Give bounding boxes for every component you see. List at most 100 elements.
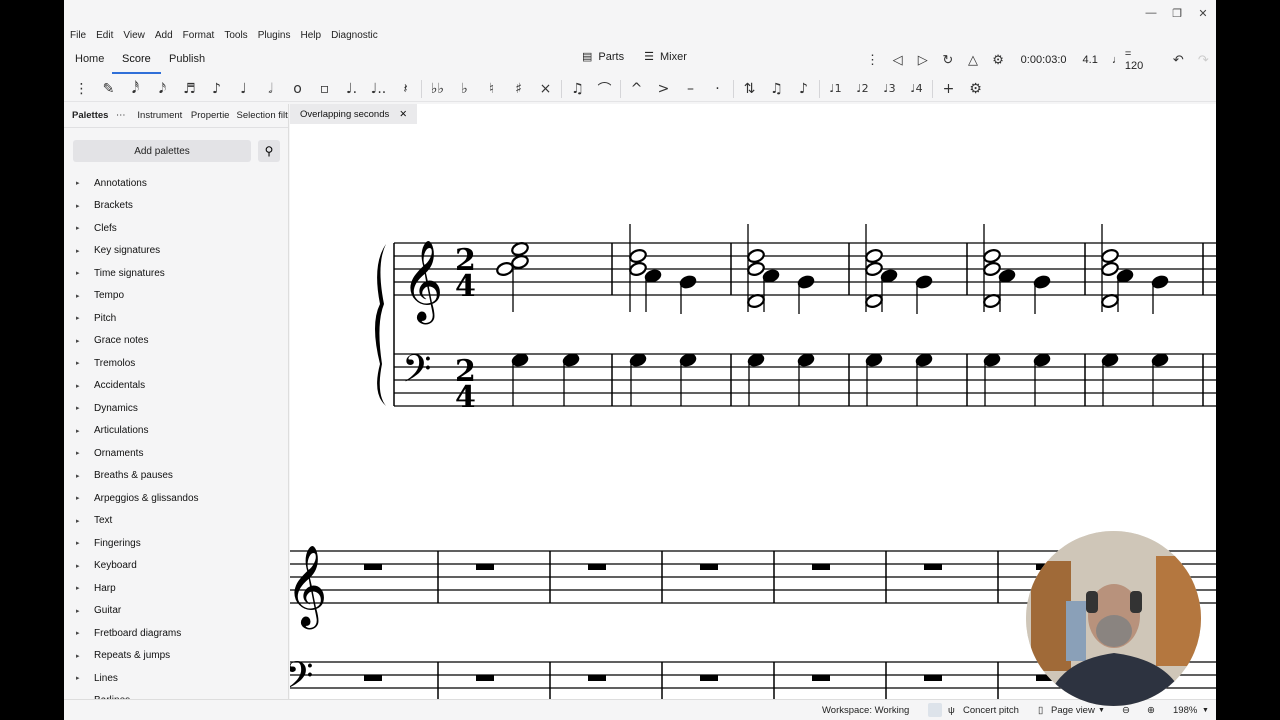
- palette-item[interactable]: ▸ Guitar: [64, 600, 289, 623]
- palette-item[interactable]: ▸ Breaths & pauses: [64, 465, 289, 488]
- add-palettes-button[interactable]: Add palettes: [73, 140, 251, 162]
- tab-publish[interactable]: Publish: [167, 51, 207, 67]
- grip-icon[interactable]: ⋮: [68, 77, 95, 101]
- palette-item[interactable]: ▸ Grace notes: [64, 330, 289, 353]
- tab-score[interactable]: Score: [112, 51, 161, 74]
- palette-item[interactable]: ▸ Text: [64, 510, 289, 533]
- staccato-icon[interactable]: ·: [704, 77, 731, 101]
- marcato-icon[interactable]: >: [650, 77, 677, 101]
- slur-icon[interactable]: ⌒: [591, 77, 618, 101]
- 64th-note-icon[interactable]: 𝅘𝅥𝅰: [122, 77, 149, 101]
- palette-menu-icon[interactable]: ⋯: [114, 110, 131, 121]
- expand-arrow-icon: ▸: [76, 495, 80, 503]
- grip-dots-icon[interactable]: ⋮: [860, 52, 885, 68]
- palette-item[interactable]: ▸ Articulations: [64, 420, 289, 443]
- flat-icon[interactable]: ♭: [451, 77, 478, 101]
- whole-note-icon[interactable]: o: [284, 77, 311, 101]
- concert-pitch-checkbox[interactable]: [928, 703, 942, 717]
- palette-item[interactable]: ▸ Time signatures: [64, 262, 289, 285]
- palette-item[interactable]: ▸ Clefs: [64, 217, 289, 240]
- tie-icon[interactable]: ♫: [564, 77, 591, 101]
- settings-icon[interactable]: ⚙: [962, 77, 989, 101]
- sharp-icon[interactable]: ♯: [505, 77, 532, 101]
- chevron-down-icon[interactable]: ▼: [1098, 707, 1105, 714]
- palette-item[interactable]: ▸ Ornaments: [64, 442, 289, 465]
- zoom-out-icon[interactable]: ⊖: [1122, 705, 1130, 716]
- mixer-button[interactable]: ☰ Mixer: [644, 50, 687, 64]
- palette-item[interactable]: ▸ Keyboard: [64, 555, 289, 578]
- tenuto-icon[interactable]: –: [677, 77, 704, 101]
- workspace-selector[interactable]: Workspace: Working: [822, 705, 909, 716]
- playback-settings-icon[interactable]: ⚙: [986, 52, 1011, 68]
- voice2-icon[interactable]: ♩2: [849, 77, 876, 101]
- tab-home[interactable]: Home: [73, 51, 106, 67]
- half-note-icon[interactable]: 𝅗𝅥: [257, 77, 284, 101]
- palette-item[interactable]: ▸ Pitch: [64, 307, 289, 330]
- metronome-icon[interactable]: △: [960, 52, 985, 68]
- palette-item[interactable]: ▸ Fingerings: [64, 532, 289, 555]
- voice3-icon[interactable]: ♩3: [876, 77, 903, 101]
- double-dot-icon[interactable]: ♩..: [365, 77, 392, 101]
- 32nd-note-icon[interactable]: 𝅘𝅥𝅯: [149, 77, 176, 101]
- voice4-icon[interactable]: ♩4: [903, 77, 930, 101]
- restore-icon[interactable]: ❐: [1164, 4, 1190, 22]
- palette-item[interactable]: ▸ Arpeggios & glissandos: [64, 487, 289, 510]
- zoom-chevron-icon[interactable]: ▼: [1202, 707, 1209, 714]
- pencil-icon[interactable]: ✎: [95, 77, 122, 101]
- eighth-note-icon[interactable]: ♪: [203, 77, 230, 101]
- menu-add[interactable]: Add: [155, 30, 173, 41]
- double-sharp-icon[interactable]: ×: [532, 77, 559, 101]
- palette-item[interactable]: ▸ Tempo: [64, 285, 289, 308]
- menu-help[interactable]: Help: [301, 30, 322, 41]
- dot-icon[interactable]: ♩.: [338, 77, 365, 101]
- palette-item[interactable]: ▸ Annotations: [64, 172, 289, 195]
- quarter-note-icon[interactable]: ♩: [230, 77, 257, 101]
- menu-tools[interactable]: Tools: [224, 30, 247, 41]
- play-icon[interactable]: ▷: [910, 52, 935, 68]
- tab-palettes[interactable]: Palettes: [64, 110, 114, 121]
- rest-icon[interactable]: 𝄽: [392, 77, 419, 101]
- palette-item[interactable]: ▸ Repeats & jumps: [64, 645, 289, 668]
- menu-diagnostic[interactable]: Diagnostic: [331, 30, 378, 41]
- palette-item[interactable]: ▸ Lines: [64, 667, 289, 690]
- voice1-icon[interactable]: ♩1: [822, 77, 849, 101]
- breve-icon[interactable]: ▫: [311, 77, 338, 101]
- menu-view[interactable]: View: [123, 30, 145, 41]
- accent-icon[interactable]: ^: [623, 77, 650, 101]
- zoom-in-icon[interactable]: ⊕: [1147, 705, 1155, 716]
- tab-selection-filter[interactable]: Selection filte: [231, 110, 288, 121]
- 16th-note-icon[interactable]: ♬: [176, 77, 203, 101]
- treble-half-note: [747, 262, 765, 276]
- search-icon[interactable]: ⚲: [258, 140, 280, 162]
- redo-icon[interactable]: ↷: [1191, 52, 1216, 68]
- flip-icon[interactable]: ⇅: [736, 77, 763, 101]
- loop-icon[interactable]: ↻: [935, 52, 960, 68]
- page-view-selector[interactable]: Page view: [1051, 705, 1095, 716]
- palette-item[interactable]: ▸ Accidentals: [64, 375, 289, 398]
- palette-item[interactable]: ▸ Fretboard diagrams: [64, 622, 289, 645]
- menu-format[interactable]: Format: [183, 30, 215, 41]
- undo-icon[interactable]: ↶: [1166, 52, 1191, 68]
- palette-item[interactable]: ▸ Dynamics: [64, 397, 289, 420]
- tab-properties[interactable]: Propertie: [185, 110, 231, 121]
- minimize-icon[interactable]: —: [1138, 4, 1164, 22]
- add-icon[interactable]: +: [935, 77, 962, 101]
- palette-item[interactable]: ▸ Tremolos: [64, 352, 289, 375]
- close-icon[interactable]: ✕: [1190, 4, 1216, 22]
- page-view-icon: ▯: [1038, 705, 1044, 716]
- parts-button[interactable]: ▤ Parts: [582, 50, 624, 64]
- tuplet-icon[interactable]: ♫: [763, 77, 790, 101]
- natural-icon[interactable]: ♮: [478, 77, 505, 101]
- menu-edit[interactable]: Edit: [96, 30, 113, 41]
- menu-plugins[interactable]: Plugins: [258, 30, 291, 41]
- palette-item[interactable]: ▸ Harp: [64, 577, 289, 600]
- concert-pitch-label: Concert pitch: [963, 705, 1019, 716]
- palette-item[interactable]: ▸ Key signatures: [64, 240, 289, 263]
- menu-file[interactable]: File: [70, 30, 86, 41]
- tab-instruments[interactable]: Instrument: [131, 110, 185, 121]
- zoom-level[interactable]: 198%: [1173, 705, 1197, 716]
- rewind-icon[interactable]: ◁: [885, 52, 910, 68]
- double-flat-icon[interactable]: ♭♭: [424, 77, 451, 101]
- beam-icon[interactable]: ♪: [790, 77, 817, 101]
- palette-item[interactable]: ▸ Brackets: [64, 195, 289, 218]
